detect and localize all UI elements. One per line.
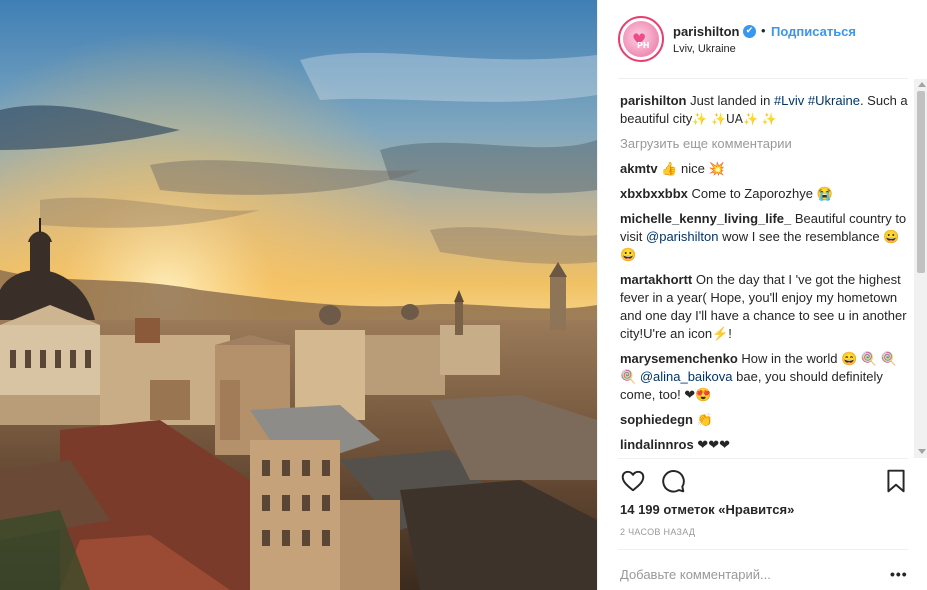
sparkles-emoji-icon: ✨ ✨UA✨ ✨ — [692, 112, 777, 126]
comment-item: michelle_kenny_living_life_ Beautiful co… — [620, 210, 912, 264]
load-more-comments-button[interactable]: Загрузить еще комментарии — [620, 135, 912, 153]
comment-text: Come to Zaporozhye 😭 — [691, 186, 833, 201]
caption-text: Just landed in — [690, 93, 771, 108]
hashtag-link[interactable]: #Lviv — [774, 93, 804, 108]
comment-author[interactable]: sophiedegn — [620, 412, 693, 427]
comment-author[interactable]: marysemenchenko — [620, 351, 738, 366]
scroll-down-arrow-icon[interactable] — [918, 449, 926, 454]
comment-item: martakhortt On the day that I 've got th… — [620, 271, 912, 343]
mention-link[interactable]: @alina_baikova — [640, 369, 733, 384]
hashtag-link[interactable]: #Ukraine — [808, 93, 860, 108]
comment-item: xbxbxxbbx Come to Zaporozhye 😭 — [620, 185, 912, 203]
comment-author[interactable]: lindalinnros — [620, 437, 694, 452]
add-comment-input[interactable]: Добавьте комментарий... — [620, 567, 771, 582]
comment-item: lindalinnros ❤❤❤ — [620, 436, 912, 454]
comments-inner: parishilton Just landed in #Lviv #Ukrain… — [620, 92, 912, 458]
scroll-thumb[interactable] — [917, 91, 925, 273]
avatar-text: PH — [637, 41, 650, 50]
comment-author[interactable]: parishilton — [620, 93, 686, 108]
comment-author[interactable]: xbxbxxbbx — [620, 186, 688, 201]
scroll-up-arrow-icon[interactable] — [918, 82, 926, 87]
comment-author[interactable]: michelle_kenny_living_life_ — [620, 211, 791, 226]
caption: parishilton Just landed in #Lviv #Ukrain… — [620, 92, 912, 128]
verified-badge-icon: ✔ — [743, 25, 756, 38]
actions-divider — [618, 458, 908, 459]
comment-item: akmtv 👍 nice 💥 — [620, 160, 912, 178]
comment-author[interactable]: akmtv — [620, 161, 658, 176]
comment-divider — [618, 549, 908, 550]
location-link[interactable]: Lviv, Ukraine — [673, 43, 736, 55]
likes-count[interactable]: 14 199 отметок «Нравится» — [620, 502, 794, 517]
avatar-image: ♥ PH — [623, 21, 659, 57]
post-side-panel: ♥ PH parishilton ✔ • Подписаться Lviv, U… — [597, 0, 927, 590]
more-options-icon[interactable]: ••• — [890, 566, 908, 582]
separator-dot: • — [761, 23, 766, 38]
post-timestamp[interactable]: 2 ЧАСОВ НАЗАД — [620, 527, 695, 537]
comment-text: 👏 — [696, 412, 713, 427]
lviv-sunset-image — [0, 0, 597, 590]
comment-item: sophiedegn 👏 — [620, 411, 912, 429]
comment-text: ❤❤❤ — [697, 437, 730, 452]
comment-text: 👍 nice 💥 — [661, 161, 725, 176]
username-link[interactable]: parishilton — [673, 24, 739, 39]
mention-link[interactable]: @parishilton — [646, 229, 718, 244]
comment-item: marysemenchenko How in the world 😄 🍭 🍭 🍭… — [620, 350, 912, 404]
post-photo[interactable] — [0, 0, 597, 590]
avatar[interactable]: ♥ PH — [618, 16, 664, 62]
comments-list[interactable]: parishilton Just landed in #Lviv #Ukrain… — [598, 79, 914, 458]
bookmark-icon[interactable] — [883, 468, 909, 494]
follow-button[interactable]: Подписаться — [771, 24, 856, 39]
comment-author[interactable]: martakhortt — [620, 272, 692, 287]
post-header: ♥ PH parishilton ✔ • Подписаться Lviv, U… — [598, 0, 927, 78]
heart-icon[interactable] — [620, 468, 646, 494]
comments-scrollbar[interactable] — [914, 79, 927, 458]
comment-icon[interactable] — [660, 468, 686, 494]
